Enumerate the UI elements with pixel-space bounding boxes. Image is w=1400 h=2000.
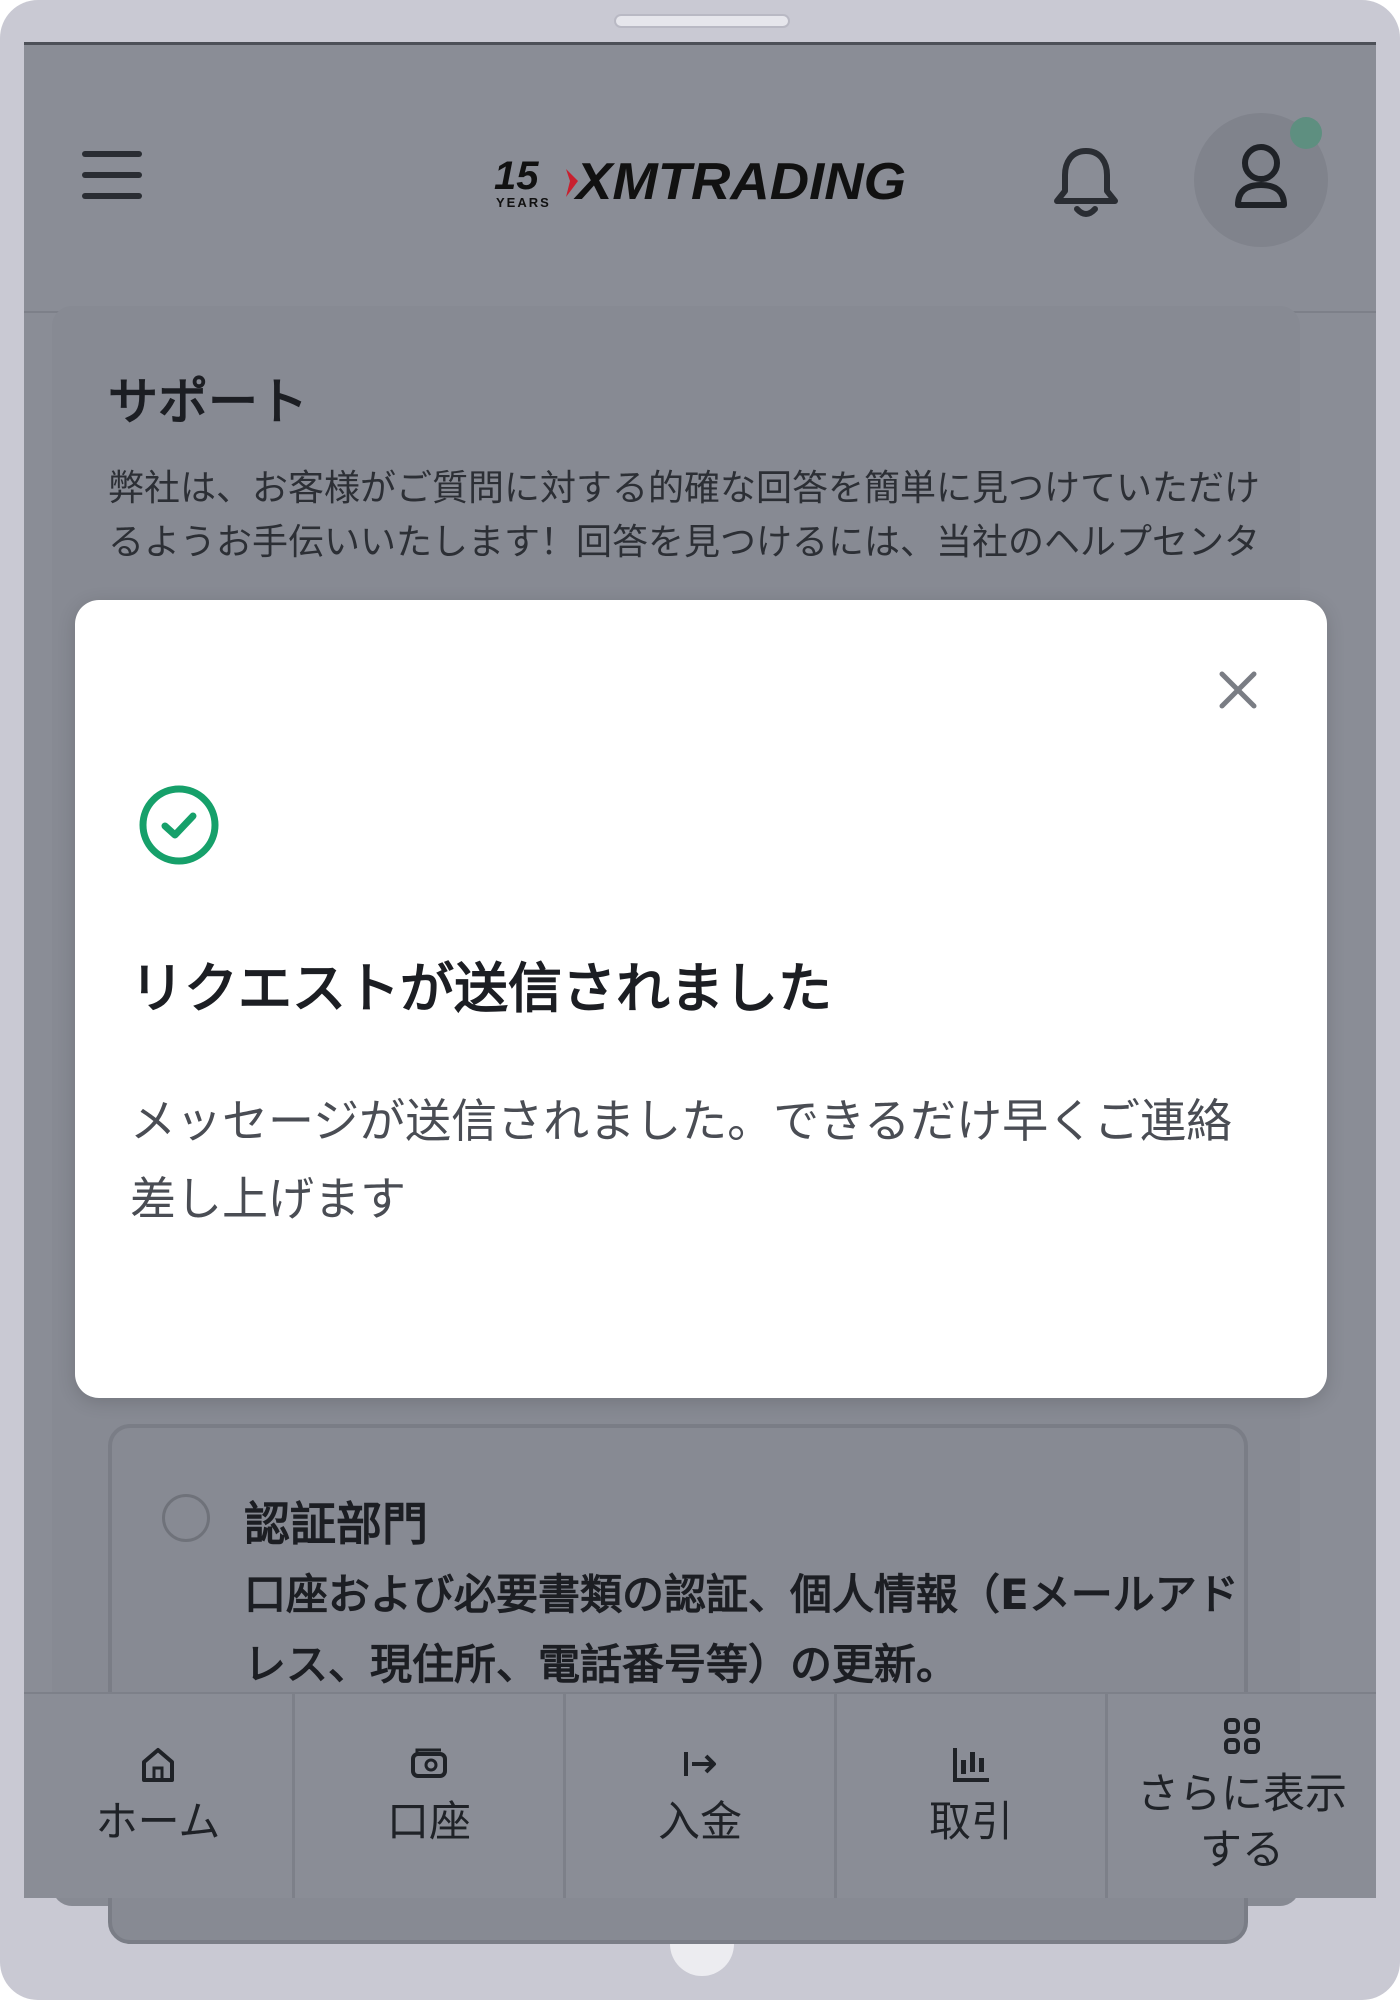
chart-icon bbox=[953, 1748, 989, 1782]
option-title: 認証部門 bbox=[244, 1497, 428, 1551]
bell-icon[interactable] bbox=[1051, 143, 1121, 223]
nav-label-accounts: 口座 bbox=[386, 1797, 471, 1846]
nav-item-deposit[interactable]: 入金 bbox=[566, 1694, 837, 1898]
modal-message: メッセージが送信されました。できるだけ早くご連絡差し上げます bbox=[130, 1094, 1233, 1226]
grid-icon bbox=[1224, 1718, 1260, 1754]
nav-item-trade[interactable]: 取引 bbox=[837, 1694, 1108, 1898]
nav-label-more: さらに表示する bbox=[1136, 1769, 1347, 1874]
deposit-icon bbox=[684, 1752, 716, 1776]
logo-brand: XMTRADING bbox=[573, 153, 906, 211]
nav-label-home: ホーム bbox=[95, 1797, 221, 1846]
nav-label-deposit: 入金 bbox=[657, 1797, 742, 1846]
close-icon[interactable] bbox=[1216, 668, 1260, 712]
top-header: 15 YEARS XMTRADING bbox=[24, 45, 1376, 313]
logo-years-word: YEARS bbox=[496, 195, 551, 210]
home-icon bbox=[142, 1748, 174, 1782]
support-title: サポート bbox=[108, 373, 308, 431]
bottom-navigation: ホーム 口座 入金 取引 さらに表示する bbox=[24, 1692, 1376, 1898]
xmtrading-logo[interactable]: 15 YEARS XMTRADING bbox=[492, 145, 912, 215]
logo-years-number: 15 bbox=[494, 154, 539, 198]
wallet-icon bbox=[411, 1748, 447, 1778]
verification-radio[interactable] bbox=[162, 1494, 210, 1542]
success-check-icon bbox=[139, 785, 219, 865]
menu-icon[interactable] bbox=[82, 151, 142, 201]
device-speaker bbox=[614, 14, 790, 28]
nav-item-more[interactable]: さらに表示する bbox=[1108, 1694, 1376, 1898]
nav-item-accounts[interactable]: 口座 bbox=[295, 1694, 566, 1898]
option-description: 口座および必要書類の認証、個人情報（Eメールアドレス、現住所、電話番号等）の更新… bbox=[244, 1570, 1239, 1689]
modal-title: リクエストが送信されました bbox=[130, 957, 832, 1020]
support-description: 弊社は、お客様がご質問に対する的確な回答を簡単に見つけていただけるようお手伝いい… bbox=[108, 468, 1261, 563]
online-status-dot bbox=[1290, 117, 1322, 149]
nav-item-home[interactable]: ホーム bbox=[24, 1694, 295, 1898]
nav-label-trade: 取引 bbox=[928, 1797, 1013, 1846]
